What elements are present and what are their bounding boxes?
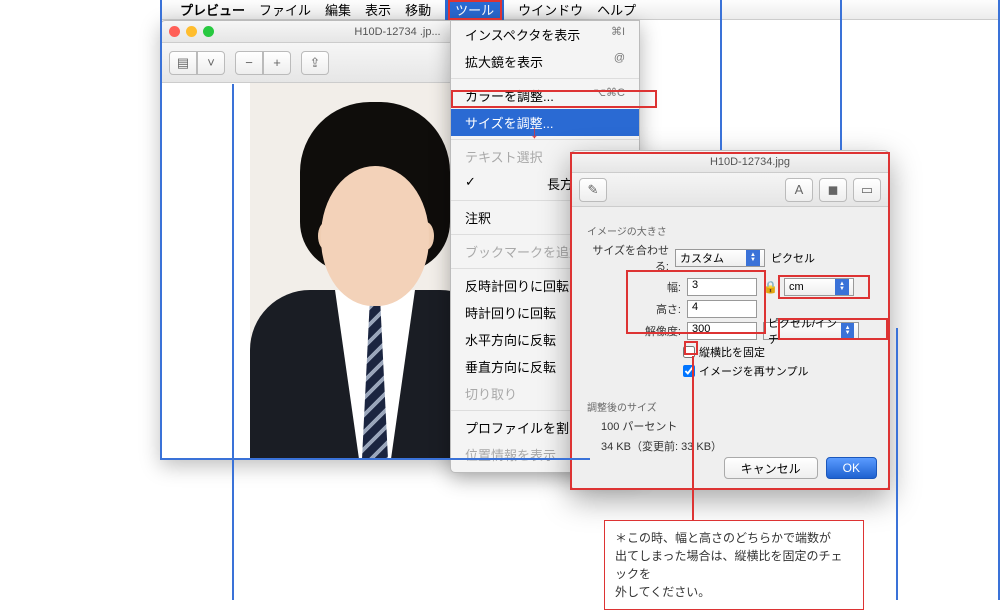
menu-item-label: 反時計回りに回転 [465,276,569,295]
view-dropdown-icon[interactable]: ˅ [197,51,225,75]
menu-item-label: テキスト選択 [465,147,543,166]
resample-label: イメージを再サンプル [699,363,808,379]
shortcut: @ [614,52,625,71]
menu-item-label: 位置情報を表示 [465,445,556,464]
width-label: 幅: [631,279,681,295]
callout-line1: ＊この時、幅と高さのどちらかで端数が [615,531,831,545]
menu-item-label: 拡大鏡を表示 [465,52,543,71]
callout-line2: 出てしまった場合は、縦横比を固定のチェックを [615,549,843,581]
result-percent: 100 パーセント [601,418,873,434]
sidebar-view-icon[interactable]: ▤ [169,51,197,75]
menubar-app[interactable]: プレビュー [180,0,245,19]
unit-select-value: cm [789,281,804,293]
menubar-edit[interactable]: 編集 [325,0,351,19]
zoom-in-icon[interactable]: + [263,51,291,75]
aspect-ratio-checkbox[interactable] [683,346,695,358]
dialog-titlebar: H10D-12734.jpg [571,151,889,173]
height-field[interactable]: 4 [687,300,757,318]
resolution-field[interactable]: 300 [687,322,757,340]
height-label: 高さ: [631,301,681,317]
lock-icon[interactable]: 🔒 [763,280,778,294]
resolution-unit-select[interactable]: ピクセル/インチ ▲▼ [763,322,859,340]
menu-item-label: 時計回りに回転 [465,303,556,322]
menu-item-label: 垂直方向に反転 [465,357,556,376]
ok-button[interactable]: OK [826,457,877,479]
menu-magnifier[interactable]: 拡大鏡を表示 @ [451,48,639,75]
menu-separator [451,139,639,140]
menu-item-label: インスペクタを表示 [465,25,580,44]
section-image-size: イメージの大きさ [587,223,873,238]
guide-line [840,0,842,150]
zoom-icon[interactable] [203,26,214,37]
share-icon[interactable]: ⇪ [301,51,329,75]
shortcut: ⌥⌘C [593,86,625,105]
markup-pencil-icon[interactable]: ✎ [579,178,607,202]
fit-label: サイズを合わせる: [587,242,669,274]
color-swatch-icon[interactable]: ◼ [819,178,847,202]
menubar-file[interactable]: ファイル [259,0,311,19]
menu-item-label: サイズを調整... [465,113,553,132]
annotation-callout: ＊この時、幅と高さのどちらかで端数が 出てしまった場合は、縦横比を固定のチェック… [604,520,864,610]
menubar-window[interactable]: ウインドウ [518,0,583,19]
menu-item-label: 水平方向に反転 [465,330,556,349]
zoom-out-icon[interactable]: − [235,51,263,75]
menu-item-label: カラーを調整... [465,86,554,105]
close-icon[interactable] [169,26,180,37]
resample-checkbox[interactable] [683,365,695,377]
shortcut: ⌘I [611,25,625,44]
adjust-size-dialog: H10D-12734.jpg ✎ A ◼ ▭ イメージの大きさ サイズを合わせる… [570,150,890,490]
annotation-arrow-icon: ↓ [530,122,539,143]
aspect-ratio-label: 縦横比を固定 [699,344,765,360]
dialog-toolbar: ✎ A ◼ ▭ [571,173,889,207]
minimize-icon[interactable] [186,26,197,37]
menubar-tools-selected[interactable]: ツール [445,0,504,21]
fit-select-value: カスタム [680,250,724,266]
dialog-button-row: キャンセル OK [724,457,877,479]
section-result: 調整後のサイズ [587,399,873,414]
width-field[interactable]: 3 [687,278,757,296]
menubar-help[interactable]: ヘルプ [597,0,636,19]
fit-unit-label: ピクセル [771,250,815,266]
cancel-button[interactable]: キャンセル [724,457,818,479]
menu-adjust-size-selected[interactable]: サイズを調整... [451,109,639,136]
stepper-icon: ▲▼ [841,323,854,339]
resolution-unit-value: ピクセル/インチ [768,315,841,347]
fit-select[interactable]: カスタム ▲▼ [675,249,765,267]
text-icon[interactable]: A [785,178,813,202]
stepper-icon: ▲▼ [746,250,760,266]
menubar-go[interactable]: 移動 [405,0,431,19]
resolution-label: 解像度: [631,323,681,339]
unit-select[interactable]: cm ▲▼ [784,278,854,296]
dialog-title: H10D-12734.jpg [619,156,881,168]
traffic-lights [169,26,214,37]
result-size: 34 KB（変更前: 33 KB） [601,438,873,454]
stepper-icon: ▲▼ [835,279,849,295]
menu-item-label: ブックマークを追加 [465,242,582,261]
menu-inspector[interactable]: インスペクタを表示 ⌘I [451,21,639,48]
menubar: プレビュー ファイル 編集 表示 移動 ツール ウインドウ ヘルプ [160,0,1000,20]
guide-line [896,328,898,600]
menu-adjust-color[interactable]: カラーを調整... ⌥⌘C [451,82,639,109]
shape-icon[interactable]: ▭ [853,178,881,202]
menu-item-label: 切り取り [465,384,517,403]
menu-separator [451,78,639,79]
guide-line [720,0,722,150]
menubar-view[interactable]: 表示 [365,0,391,19]
dialog-body: イメージの大きさ サイズを合わせる: カスタム ▲▼ ピクセル 幅: 3 🔒 c… [571,207,889,472]
callout-line3: 外してください。 [615,585,710,599]
menu-item-label: 注釈 [465,208,491,227]
